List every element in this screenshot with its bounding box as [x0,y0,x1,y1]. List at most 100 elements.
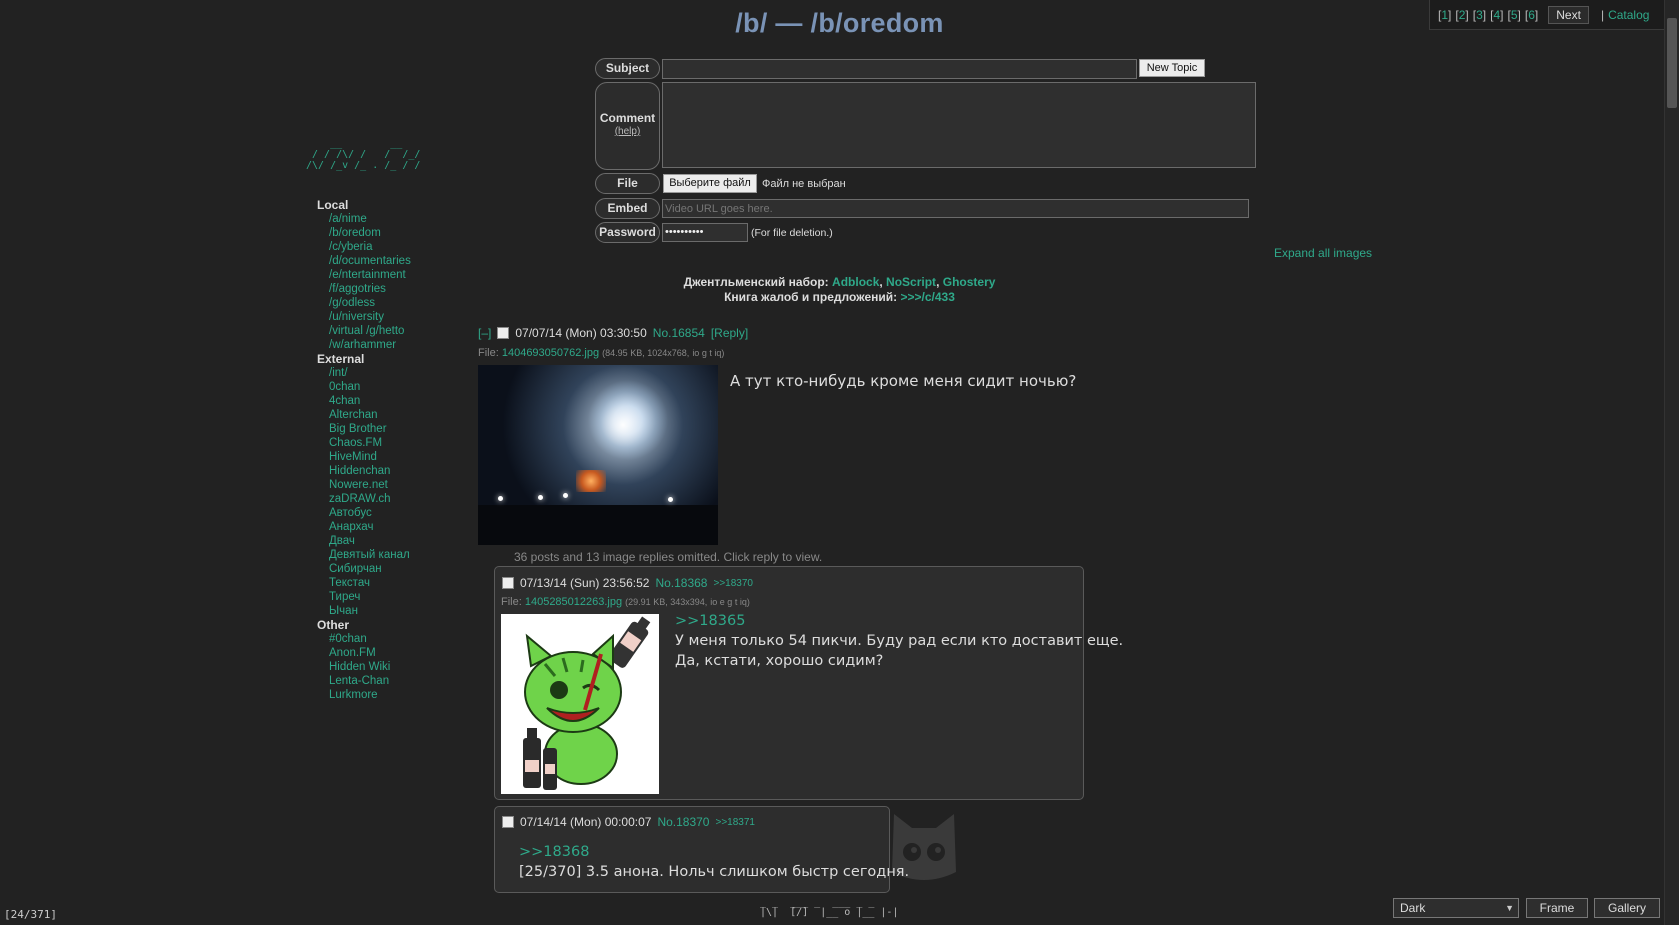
adblock-link[interactable]: Adblock [832,275,879,289]
embed-input[interactable] [662,199,1249,218]
notice-line-1: Джентльменский набор: Adblock, NoScript,… [683,275,996,289]
sidebar-board-link[interactable]: /b/oredom [329,226,411,240]
reply-file-prefix: File: [501,596,522,608]
reply-select-checkbox[interactable] [502,577,514,589]
board-title: /b/ — /b/oredom [735,8,944,38]
no-file-text: Файл не выбран [762,178,846,190]
expand-all-images-link[interactable]: Expand all images [1274,246,1372,260]
op-select-checkbox[interactable] [497,327,510,339]
op-file-prefix: File: [478,347,499,359]
sidebar-logo-art: __ __ / / /\/ / / /_/ /\/ /_v /_ . /_ / … [306,138,421,171]
sidebar-board-link[interactable]: /g/odless [329,296,411,310]
reply-select-checkbox[interactable] [502,816,514,828]
notice-line-1-prefix: Джентльменский набор: [683,275,829,289]
comment-label: Comment (help) [595,82,660,170]
sidebar-board-link[interactable]: Сибирчан [329,562,411,576]
vertical-scrollbar[interactable] [1664,0,1679,925]
sidebar-nav: Local/a/nime/b/oredom/c/yberia/d/ocument… [317,198,411,702]
sidebar-board-link[interactable]: /w/arhammer [329,338,411,352]
sidebar-board-link[interactable]: Lenta-Chan [329,674,411,688]
op-image-lamp [538,495,543,500]
help-link[interactable]: (help) [596,125,659,139]
footer-logo-art: _ _ ___ _ ___ _ _ |\| [/] |__ o |__ |-| [760,897,899,918]
sidebar-board-link[interactable]: Alterchan [329,408,411,422]
sidebar-board-link[interactable]: zaDRAW.ch [329,492,411,506]
frame-button[interactable]: Frame [1526,898,1588,918]
choose-file-button[interactable]: Выберите файл [663,174,757,193]
sidebar-board-link[interactable]: /u/niversity [329,310,411,324]
op-post-date: 07/07/14 (Mon) 03:30:50 [515,326,647,340]
password-hint: (For file deletion.) [751,227,833,239]
sidebar-section-title: Other [317,618,350,632]
reply-quote-link[interactable]: >>18365 [675,611,1123,631]
sidebar-board-link[interactable]: Тиреч [329,590,411,604]
reply-number[interactable]: No.18370 [657,815,709,829]
sidebar-board-link[interactable]: Chaos.FM [329,436,411,450]
sidebar-board-link[interactable]: 0chan [329,380,411,394]
sidebar-board-link[interactable]: /int/ [329,366,411,380]
reply-number[interactable]: No.18368 [655,576,707,590]
sidebar-board-link[interactable]: Big Brother [329,422,411,436]
reply-file-info: File: 1405285012263.jpg (29.91 KB, 343x3… [501,596,750,608]
op-image-lamp [563,493,568,498]
collapse-thread-button[interactable]: [–] [478,326,491,340]
op-image-search-links[interactable]: io g t iq) [692,348,724,358]
op-thumbnail-image[interactable] [478,365,718,545]
sidebar-board-link[interactable]: Hiddenchan [329,464,411,478]
sidebar-board-link[interactable]: /e/ntertainment [329,268,411,282]
reply-file-link[interactable]: 1405285012263.jpg [525,596,622,608]
post-counter: [24/371] [4,908,57,921]
op-file-meta: (84.95 KB, 1024x768, [602,348,690,358]
op-post-header: [–] 07/07/14 (Mon) 03:30:50 No.16854 [Re… [478,326,748,340]
notice-line-2-prefix: Книга жалоб и предложений: [724,290,898,304]
reply-thumbnail-image[interactable] [501,614,659,794]
sidebar-board-link[interactable]: Анархач [329,520,411,534]
reply-header: 07/13/14 (Sun) 23:56:52 No.18368 >>18370 [502,576,753,590]
op-image-lamp [498,496,503,501]
sidebar-board-link[interactable]: 4chan [329,394,411,408]
reply-text-line: Да, кстати, хорошо сидим? [675,653,884,669]
reply-quote-link[interactable]: >>18368 [519,842,909,862]
sidebar-board-link[interactable]: /c/yberia [329,240,411,254]
sidebar-board-link[interactable]: /virtual /g/hetto [329,324,411,338]
sidebar-board-link[interactable]: Anon.FM [329,646,411,660]
style-select[interactable]: Dark ▼ [1393,898,1519,918]
sidebar-board-link[interactable]: /a/nime [329,212,411,226]
sidebar-board-link[interactable]: Текстач [329,576,411,590]
op-post-number[interactable]: No.16854 [653,326,705,340]
sidebar-board-link[interactable]: Nowere.net [329,478,411,492]
op-reply-link[interactable]: [Reply] [711,326,748,340]
sidebar-board-link[interactable]: Ычан [329,604,411,618]
complaints-link[interactable]: >>>/c/433 [901,290,955,304]
subject-input[interactable] [662,59,1137,79]
file-label: File [595,173,660,194]
reply-backlink[interactable]: >>18371 [715,817,755,828]
reply-text-line: [25/370] 3.5 анона. Нольч слишком быстр … [519,864,910,880]
subject-label: Subject [595,58,660,79]
op-file-link[interactable]: 1404693050762.jpg [502,347,599,359]
sidebar-board-link[interactable]: /f/aggotries [329,282,411,296]
reply-backlink[interactable]: >>18370 [713,578,753,589]
new-topic-button[interactable]: New Topic [1139,59,1205,77]
noscript-link[interactable]: NoScript [886,275,936,289]
sidebar-board-link[interactable]: Девятый канал [329,548,411,562]
sidebar-board-link[interactable]: Двач [329,534,411,548]
sidebar-board-link[interactable]: Hidden Wiki [329,660,411,674]
op-file-info: File: 1404693050762.jpg (84.95 KB, 1024x… [478,347,724,359]
comment-textarea[interactable] [662,82,1256,168]
reply-body: >>18368 [25/370] 3.5 анона. Нольч слишко… [519,842,909,882]
sidebar-board-link[interactable]: HiveMind [329,450,411,464]
sidebar-board-link[interactable]: Lurkmore [329,688,411,702]
op-post-text: А тут кто-нибудь кроме меня сидит ночью? [730,372,1077,390]
sidebar-board-link[interactable]: Автобус [329,506,411,520]
reply-date: 07/13/14 (Sun) 23:56:52 [520,576,650,590]
ghostery-link[interactable]: Ghostery [943,275,996,289]
gallery-button[interactable]: Gallery [1594,898,1660,918]
password-input[interactable]: •••••••••• [662,223,748,242]
chevron-down-icon: ▼ [1505,903,1514,913]
sidebar-board-link[interactable]: /d/ocumentaries [329,254,411,268]
omitted-posts-notice: 36 posts and 13 image replies omitted. C… [514,550,823,564]
reply-image-search-links[interactable]: io e g t iq) [710,597,750,607]
sidebar-board-link[interactable]: #0chan [329,632,411,646]
reply-body: >>18365 У меня только 54 пикчи. Буду рад… [675,611,1123,671]
